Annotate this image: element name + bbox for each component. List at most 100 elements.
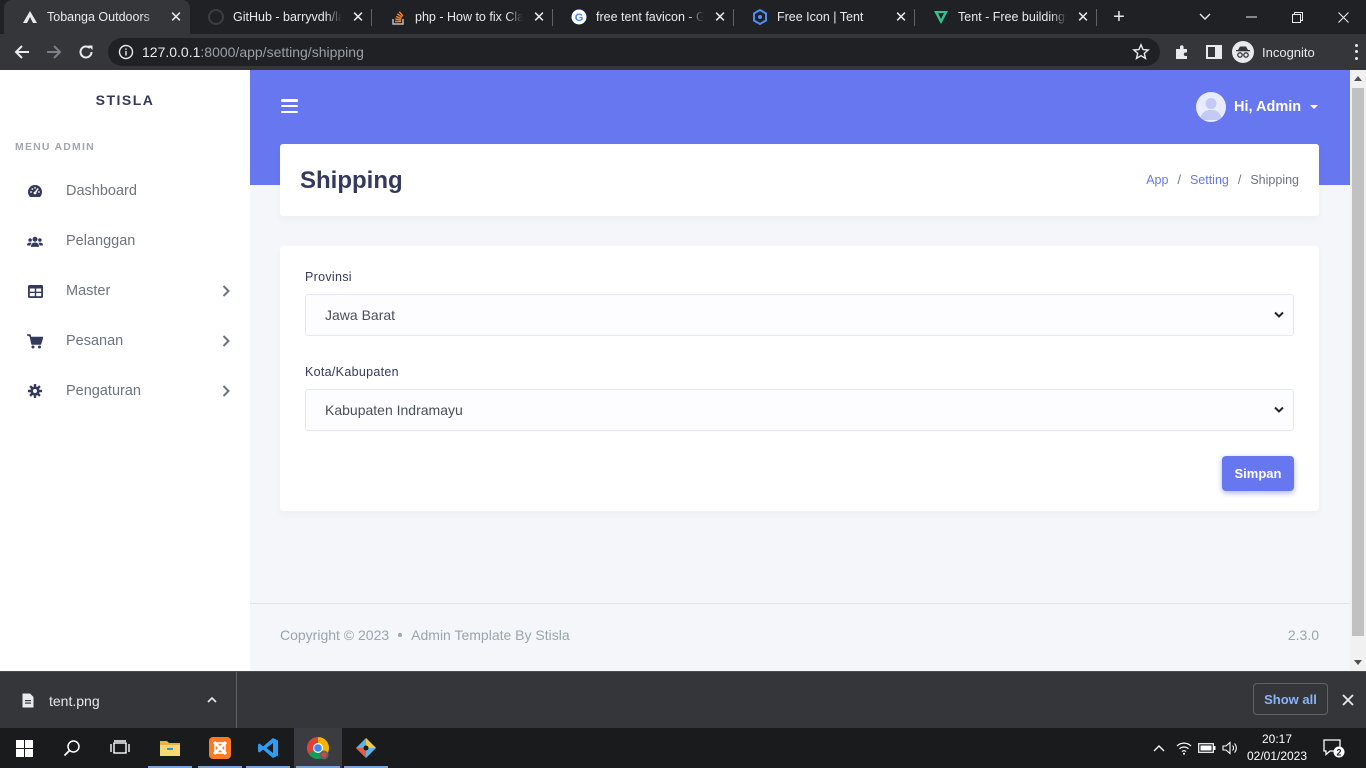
- sidebar-item-dashboard[interactable]: Dashboard: [0, 166, 250, 216]
- show-all-downloads-button[interactable]: Show all: [1253, 683, 1328, 715]
- chrome-icon[interactable]: [294, 728, 342, 768]
- breadcrumb-item-current: Shipping: [1250, 173, 1299, 187]
- side-panel-icon[interactable]: [1204, 42, 1224, 62]
- vscode-icon[interactable]: [244, 728, 292, 768]
- flaticon-favicon-icon: [752, 9, 768, 25]
- sidebar-item-pelanggan[interactable]: Pelanggan: [0, 216, 250, 266]
- chevron-up-icon[interactable]: [207, 696, 217, 703]
- sidebar: STISLA MENU ADMIN Dashboard Pelanggan Ma…: [0, 70, 250, 671]
- scrollbar-thumb[interactable]: [1352, 88, 1364, 636]
- sidebar-brand[interactable]: STISLA: [0, 92, 250, 108]
- sidebar-item-label: Master: [66, 283, 111, 299]
- breadcrumb: App / Setting / Shipping: [1146, 173, 1299, 187]
- browser-tab[interactable]: G free tent favicon - Google ✕: [553, 0, 734, 34]
- clock-time: 20:17: [1261, 732, 1293, 746]
- git-kraken-icon[interactable]: [342, 728, 390, 768]
- notification-count: 2: [1336, 748, 1341, 758]
- close-shelf-icon[interactable]: [1340, 692, 1356, 708]
- bookmark-star-icon[interactable]: [1132, 43, 1150, 61]
- incognito-label: Incognito: [1262, 44, 1315, 60]
- browser-tab[interactable]: Tobanga Outdoors ✕: [4, 0, 190, 34]
- start-windows-icon[interactable]: [0, 728, 48, 768]
- footer-left: Copyright © 2023 Admin Template By Stisl…: [280, 627, 570, 643]
- browser-tab[interactable]: GitHub - barryvdh/laravel-dompdf ✕: [190, 0, 372, 34]
- close-tab-icon[interactable]: ✕: [350, 9, 366, 26]
- forward-arrow-icon[interactable]: [42, 40, 66, 64]
- breadcrumb-item-app[interactable]: App: [1146, 173, 1168, 187]
- chevron-right-icon: [222, 335, 230, 347]
- scroll-up-arrow-icon[interactable]: [1354, 76, 1362, 81]
- task-view-icon[interactable]: [96, 728, 144, 768]
- footer-copyright: Copyright © 2023: [280, 627, 390, 643]
- restore-button[interactable]: [1274, 0, 1320, 34]
- download-item[interactable]: tent.png: [0, 672, 237, 729]
- new-tab-button[interactable]: +: [1108, 6, 1130, 28]
- site-info-icon[interactable]: [118, 44, 134, 60]
- browser-tab[interactable]: Free Icon | Tent ✕: [734, 0, 915, 34]
- url-path: :8000/app/setting/shipping: [200, 44, 364, 60]
- file-explorer-icon[interactable]: [146, 728, 194, 768]
- shipping-form-card: Provinsi Jawa Barat Kota/Kabupaten Kabup…: [280, 246, 1319, 511]
- close-tab-icon[interactable]: ✕: [893, 9, 909, 26]
- volume-icon[interactable]: [1220, 728, 1240, 768]
- chevron-down-icon: [1274, 406, 1284, 413]
- xampp-icon[interactable]: [196, 728, 244, 768]
- close-tab-icon[interactable]: ✕: [712, 9, 728, 26]
- province-label: Provinsi: [305, 270, 352, 284]
- sidebar-item-label: Dashboard: [66, 183, 137, 199]
- cart-icon: [27, 333, 43, 349]
- close-window-button[interactable]: [1320, 0, 1366, 34]
- page-viewport: STISLA MENU ADMIN Dashboard Pelanggan Ma…: [0, 70, 1350, 671]
- footer-version: 2.3.0: [1287, 627, 1319, 643]
- tab-title: free tent favicon - Google: [596, 10, 704, 24]
- reload-icon[interactable]: [74, 40, 98, 64]
- close-tab-icon[interactable]: ✕: [1075, 9, 1091, 26]
- svg-text:G: G: [575, 12, 584, 24]
- tab-search-chevron-icon[interactable]: [1182, 0, 1228, 34]
- minimize-button[interactable]: [1228, 0, 1274, 34]
- user-greeting: Hi, Admin: [1234, 99, 1302, 115]
- tent-favicon-icon: [22, 9, 38, 25]
- city-select[interactable]: Kabupaten Indramayu: [305, 389, 1294, 431]
- download-shelf: tent.png Show all: [0, 671, 1366, 729]
- footer-credit[interactable]: Admin Template By Stisla: [411, 627, 569, 643]
- back-arrow-icon[interactable]: [10, 40, 34, 64]
- incognito-icon: [1232, 41, 1254, 63]
- save-button[interactable]: Simpan: [1222, 456, 1294, 491]
- wifi-icon[interactable]: [1174, 728, 1194, 768]
- province-select[interactable]: Jawa Barat: [305, 294, 1294, 336]
- extensions-puzzle-icon[interactable]: [1172, 42, 1192, 62]
- sidebar-item-label: Pelanggan: [66, 233, 136, 249]
- sidebar-toggle-hamburger-icon[interactable]: [281, 99, 298, 113]
- browser-toolbar: 127.0.0.1:8000/app/setting/shipping Inco…: [0, 34, 1366, 70]
- show-hidden-icons-chevron-icon[interactable]: [1149, 728, 1169, 768]
- browser-menu-icon[interactable]: [1352, 42, 1360, 62]
- dashboard-icon: [27, 183, 43, 199]
- browser-tab[interactable]: Tent - Free buildings icons ✕: [915, 0, 1097, 34]
- user-dropdown[interactable]: Hi, Admin: [1196, 92, 1319, 122]
- incognito-profile-button[interactable]: Incognito: [1232, 38, 1315, 66]
- section-header: Shipping App / Setting / Shipping: [280, 144, 1319, 216]
- notification-center-icon[interactable]: 2: [1322, 728, 1346, 768]
- address-bar[interactable]: 127.0.0.1:8000/app/setting/shipping: [108, 38, 1160, 66]
- scroll-down-arrow-icon[interactable]: [1354, 660, 1362, 665]
- menu-header: MENU ADMIN: [15, 141, 95, 153]
- caret-down-icon: [1310, 105, 1319, 109]
- close-tab-icon[interactable]: ✕: [168, 9, 184, 26]
- stackoverflow-favicon-icon: [390, 9, 406, 25]
- sidebar-item-master[interactable]: Master: [0, 266, 250, 316]
- breadcrumb-item-setting[interactable]: Setting: [1190, 173, 1229, 187]
- sidebar-item-pengaturan[interactable]: Pengaturan: [0, 366, 250, 416]
- search-icon[interactable]: [48, 728, 96, 768]
- browser-tab[interactable]: php - How to fix Class ✕: [372, 0, 553, 34]
- tab-title: Tent - Free buildings icons: [958, 10, 1067, 24]
- system-clock[interactable]: 20:17 02/01/2023: [1246, 731, 1308, 765]
- sidebar-item-pesanan[interactable]: Pesanan: [0, 316, 250, 366]
- close-tab-icon[interactable]: ✕: [531, 9, 547, 26]
- page-scrollbar[interactable]: [1350, 70, 1366, 671]
- sidebar-item-label: Pengaturan: [66, 383, 141, 399]
- clock-date: 02/01/2023: [1246, 749, 1308, 763]
- sidebar-item-label: Pesanan: [66, 333, 124, 349]
- battery-icon[interactable]: [1197, 728, 1217, 768]
- city-selected-value: Kabupaten Indramayu: [325, 402, 463, 418]
